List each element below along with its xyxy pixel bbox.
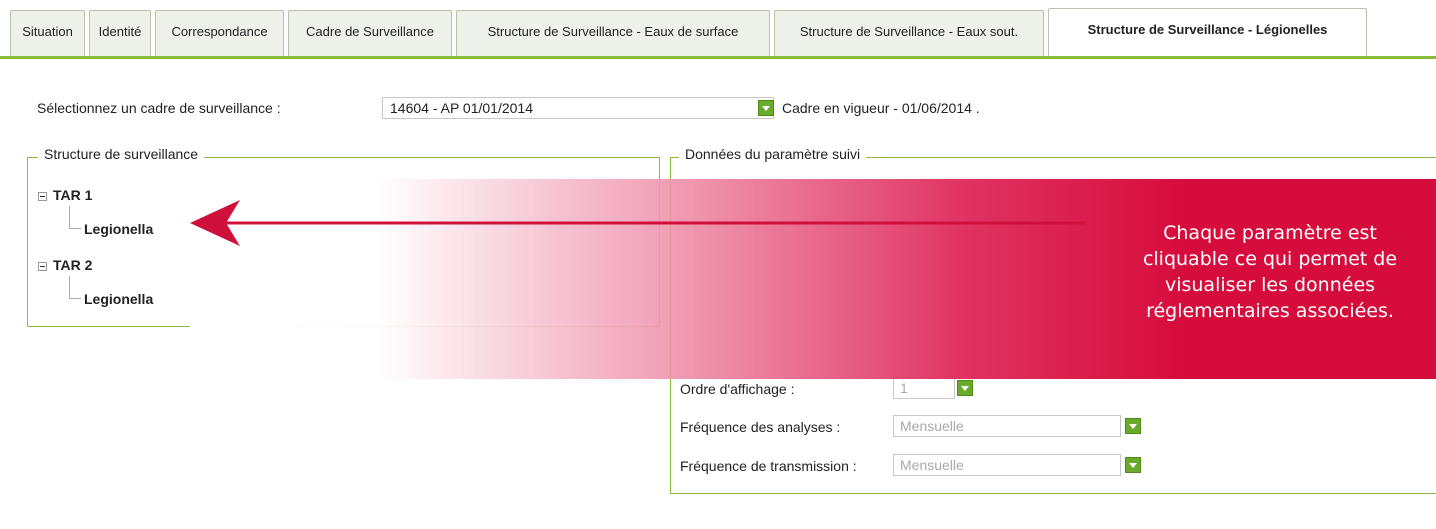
callout-arrow-icon	[190, 200, 1085, 246]
